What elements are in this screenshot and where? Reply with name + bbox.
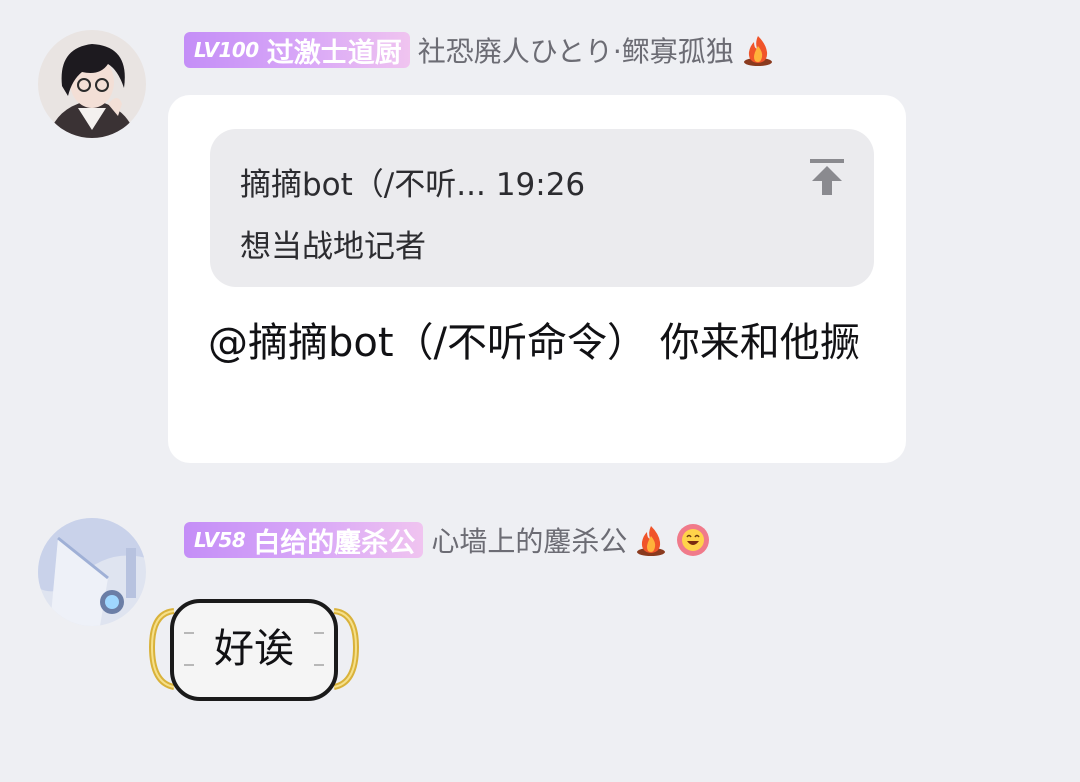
jump-to-message-icon[interactable] <box>808 157 846 199</box>
group-title: 过激士道厨 <box>266 37 402 69</box>
sender-header: LV58 白给的鏖杀公 心墙上的鏖杀公 <box>184 520 711 560</box>
quoted-message[interactable]: 摘摘bot（/不听... 19:26 想当战地记者 <box>210 129 874 287</box>
message-bubble-mask-style[interactable]: 好诶 <box>148 595 360 705</box>
grin-face-icon <box>677 524 710 556</box>
sender-nickname[interactable]: 社恐廃人ひとり·鳏寡孤独 <box>418 30 734 70</box>
level-label: LV58 <box>194 528 246 552</box>
group-title: 白给的鏖杀公 <box>253 527 416 559</box>
avatar-robot-icon <box>38 518 146 626</box>
sender-header: LV100 过激士道厨 社恐廃人ひとり·鳏寡孤独 <box>184 30 776 70</box>
chat-area: LV100 过激士道厨 社恐廃人ひとり·鳏寡孤独 摘摘bot（/不听... 19:… <box>0 0 1080 782</box>
fire-icon <box>637 526 666 556</box>
fire-icon <box>743 36 772 66</box>
level-badge: LV58 白给的鏖杀公 <box>184 522 424 559</box>
avatar[interactable] <box>38 518 146 626</box>
quote-text: 想当战地记者 <box>240 229 426 265</box>
quote-time: 19:26 <box>495 167 586 203</box>
message-text: @摘摘bot（/不听命令） 你来和他撅 <box>208 320 860 366</box>
level-badge: LV100 过激士道厨 <box>184 32 410 69</box>
avatar[interactable] <box>38 30 146 138</box>
message-text: 好诶 <box>214 626 294 672</box>
quote-sender: 摘摘bot（/不听... <box>240 167 486 203</box>
avatar-anime-boy-icon <box>38 30 146 138</box>
level-label: LV100 <box>194 38 259 62</box>
sender-nickname[interactable]: 心墙上的鏖杀公 <box>431 520 627 560</box>
message-bubble[interactable]: 摘摘bot（/不听... 19:26 想当战地记者 @摘摘bot（/不听命令） 你… <box>168 95 906 463</box>
quote-header: 摘摘bot（/不听... 19:26 <box>240 159 585 204</box>
